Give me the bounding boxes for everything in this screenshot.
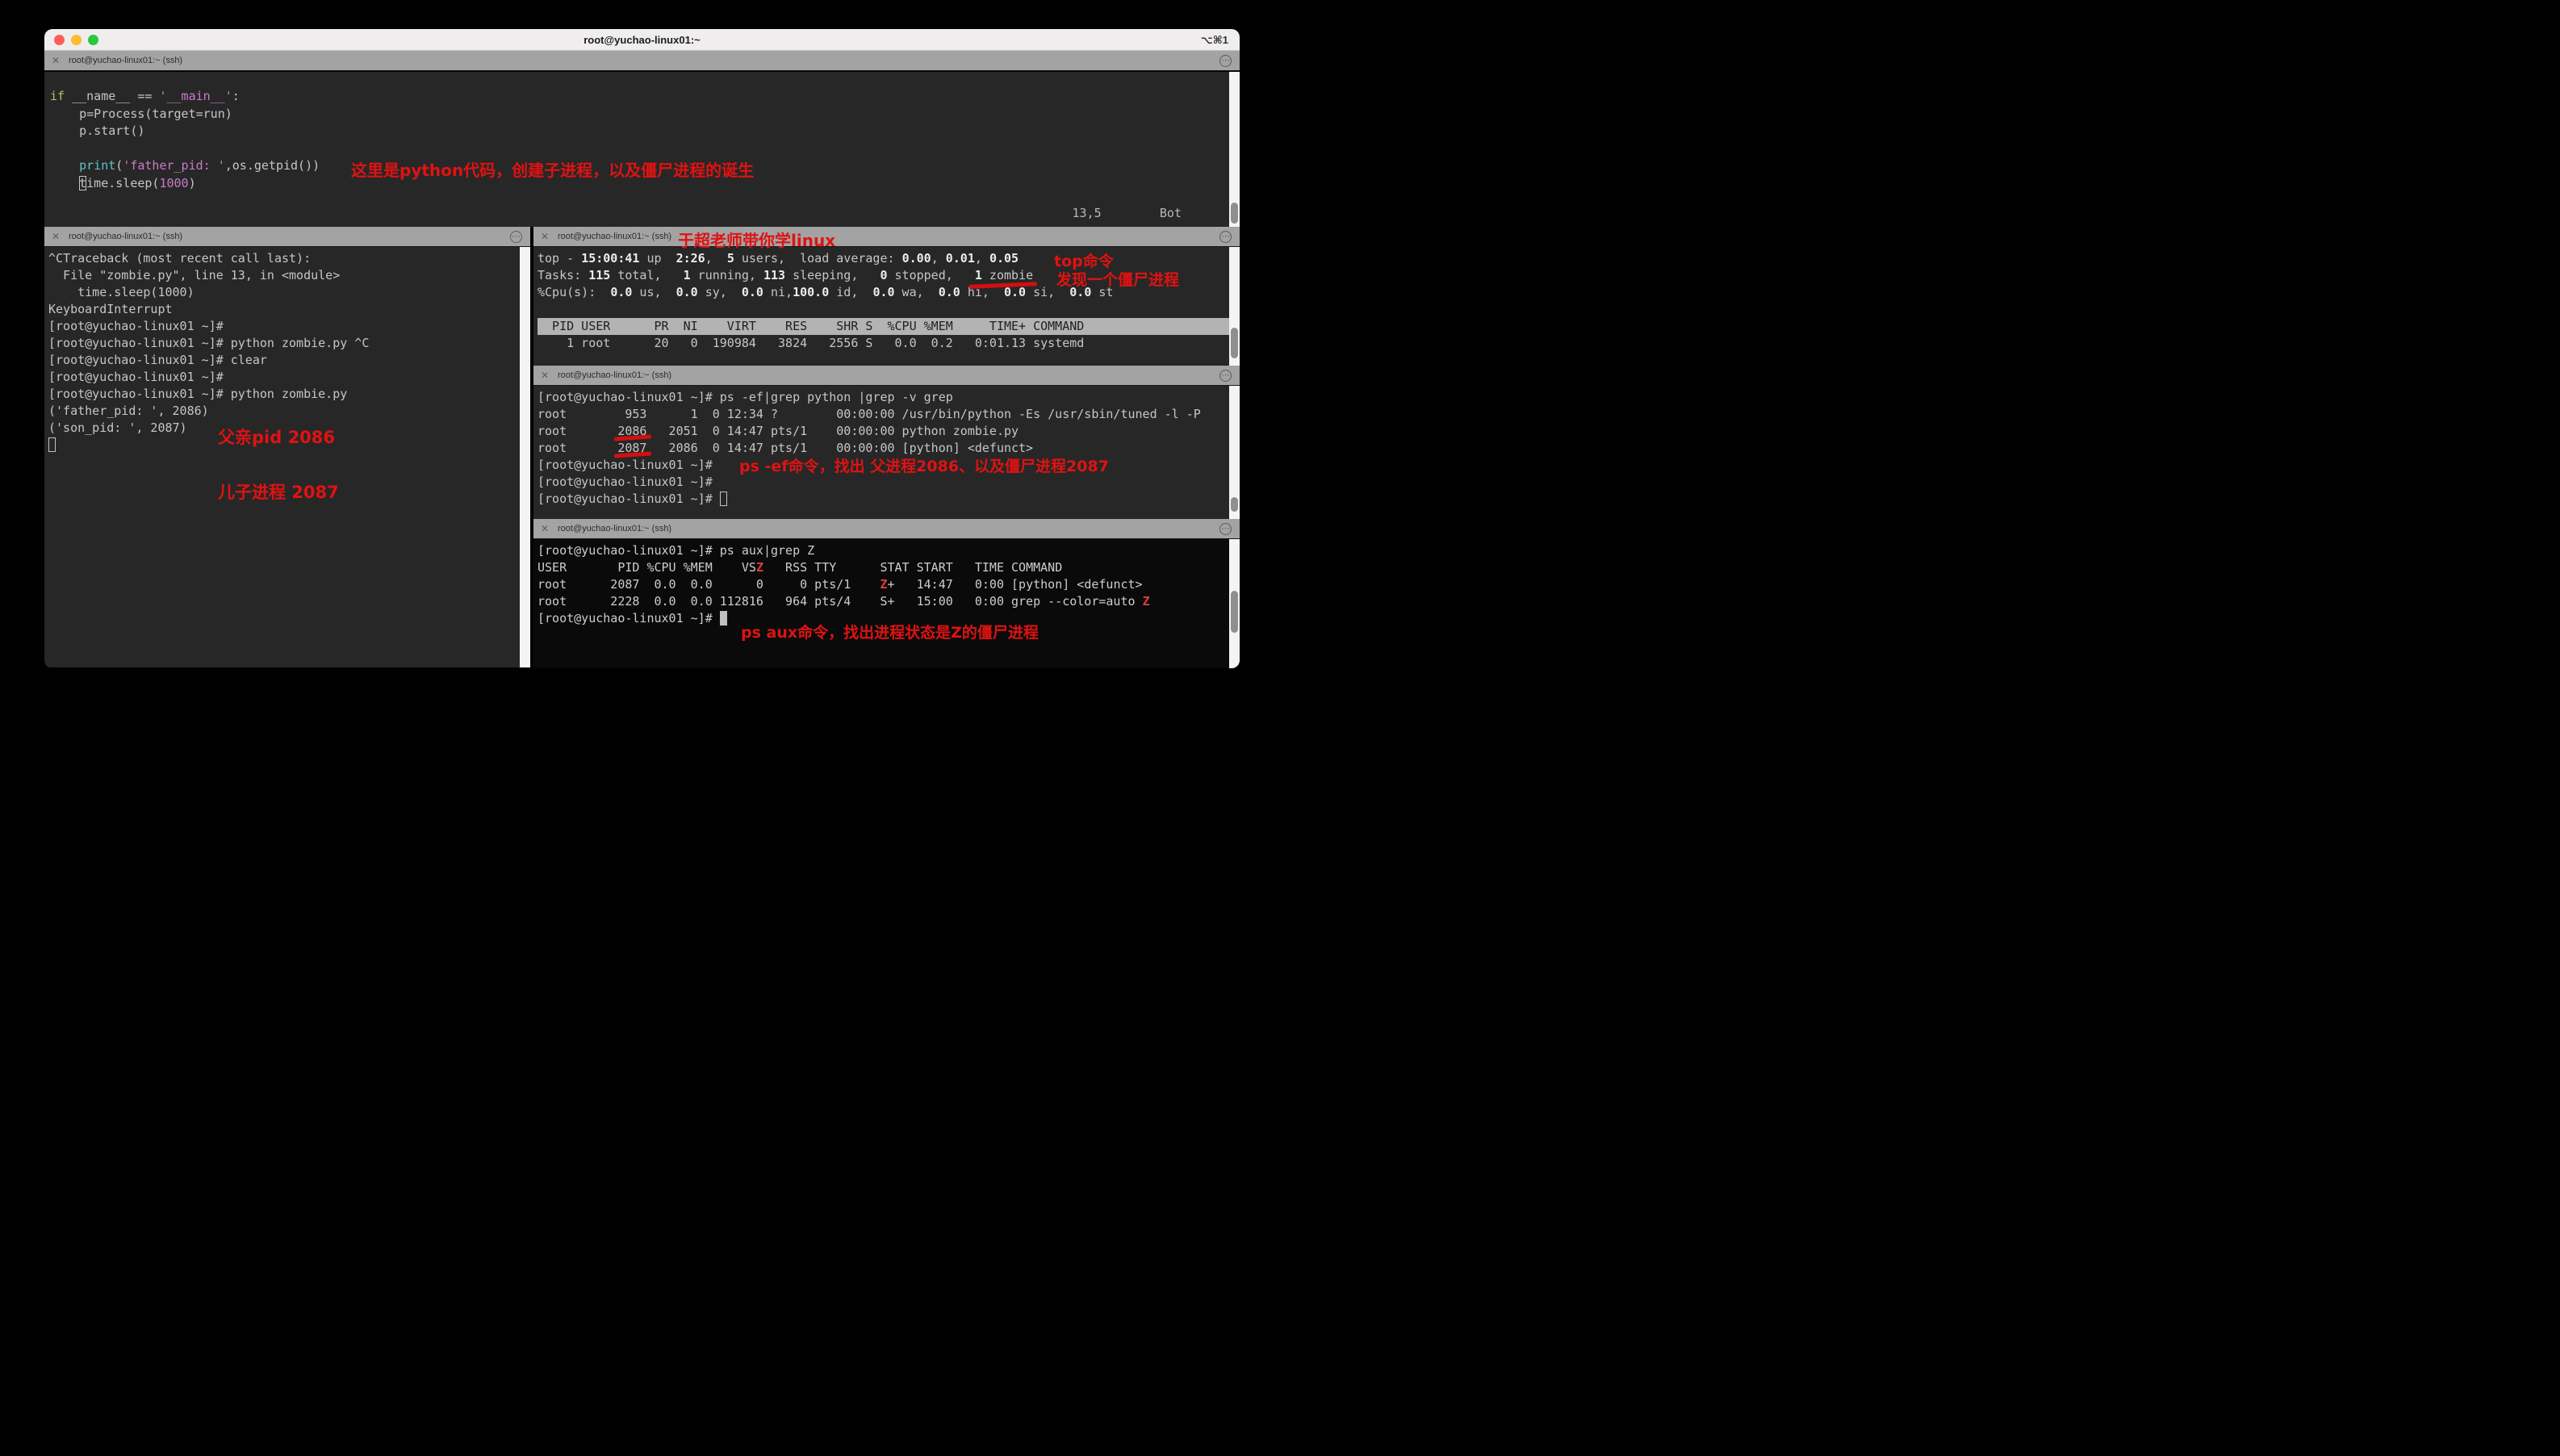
- left-shell-pane: ^CTraceback (most recent call last): Fil…: [44, 247, 530, 667]
- vim-editor-pane: if __name__ == '__main__': p=Process(tar…: [44, 72, 1240, 227]
- tab-close-icon[interactable]: ✕: [541, 227, 549, 247]
- terminal-line: KeyboardInterrupt: [48, 301, 530, 318]
- terminal-line: ('father_pid: ', 2086): [48, 403, 530, 420]
- terminal-line: root 2087 0.0 0.0 0 0 pts/1 Z+ 14:47 0:0…: [538, 576, 1240, 593]
- psaux-terminal-output[interactable]: [root@yuchao-linux01 ~]# ps aux|grep ZUS…: [533, 539, 1240, 668]
- vim-ruler: 13,5 Bot: [1073, 206, 1182, 220]
- scrollbar[interactable]: [520, 247, 530, 667]
- terminal-line: [root@yuchao-linux01 ~]# clear: [48, 352, 530, 369]
- vim-editor-output[interactable]: if __name__ == '__main__': p=Process(tar…: [44, 72, 1240, 227]
- terminal-line: File "zombie.py", line 13, in <module>: [48, 267, 530, 284]
- terminal-window: root@yuchao-linux01:~ ⌥⌘1 ✕ root@yuchao-…: [44, 29, 1240, 668]
- tab-close-icon[interactable]: ✕: [52, 51, 60, 71]
- terminal-line: USER PID %CPU %MEM VSZ RSS TTY STAT STAR…: [538, 559, 1240, 576]
- annotation-father-pid: 父亲pid 2086: [218, 425, 335, 449]
- scrollbar[interactable]: [1229, 386, 1240, 519]
- tab-close-icon[interactable]: ✕: [541, 366, 549, 386]
- scrollbar-thumb[interactable]: [1231, 497, 1238, 512]
- tab-close-icon[interactable]: ✕: [52, 227, 60, 247]
- annotation-son-pid: 儿子进程 2087: [218, 479, 339, 504]
- terminal-line: [root@yuchao-linux01 ~]# ps -ef|grep pyt…: [538, 389, 1240, 406]
- more-options-icon[interactable]: ⋯: [1219, 55, 1232, 67]
- tab-psaux-pane[interactable]: ✕ root@yuchao-linux01:~ (ssh) ⋯: [533, 519, 1240, 539]
- psaux-pane: [root@yuchao-linux01 ~]# ps aux|grep ZUS…: [533, 539, 1240, 668]
- window-titlebar[interactable]: root@yuchao-linux01:~ ⌥⌘1: [44, 29, 1240, 51]
- more-options-icon[interactable]: ⋯: [1219, 523, 1232, 535]
- scrollbar[interactable]: [1229, 72, 1240, 227]
- terminal-line: p=Process(target=run): [50, 106, 1240, 123]
- scrollbar-thumb[interactable]: [1231, 591, 1238, 633]
- terminal-line: [50, 140, 1240, 158]
- terminal-line: top - 15:00:41 up 2:26, 5 users, load av…: [538, 250, 1240, 267]
- keyboard-shortcut-label: ⌥⌘1: [1201, 29, 1228, 51]
- tab-left-shell-pane[interactable]: ✕ root@yuchao-linux01:~ (ssh) ⋯: [44, 227, 530, 247]
- terminal-line: [538, 301, 1240, 318]
- terminal-line: [root@yuchao-linux01 ~]#: [48, 318, 530, 335]
- terminal-line: PID USER PR NI VIRT RES SHR S %CPU %MEM …: [538, 318, 1240, 335]
- tab-title: root@yuchao-linux01:~ (ssh): [558, 366, 671, 386]
- terminal-line: [root@yuchao-linux01 ~]#: [48, 369, 530, 386]
- left-terminal-output[interactable]: ^CTraceback (most recent call last): Fil…: [44, 247, 530, 667]
- terminal-line: [root@yuchao-linux01 ~]# ps aux|grep Z: [538, 542, 1240, 559]
- more-options-icon[interactable]: ⋯: [1219, 370, 1232, 382]
- terminal-line: time.sleep(1000): [48, 284, 530, 301]
- tab-vim-pane[interactable]: ✕ root@yuchao-linux01:~ (ssh) ⋯: [44, 51, 1240, 71]
- more-options-icon[interactable]: ⋯: [510, 231, 522, 243]
- terminal-line: ^CTraceback (most recent call last):: [48, 250, 530, 267]
- tab-title: root@yuchao-linux01:~ (ssh): [69, 51, 182, 71]
- terminal-line: root 953 1 0 12:34 ? 00:00:00 /usr/bin/p…: [538, 406, 1240, 423]
- terminal-line: 1 root 20 0 190984 3824 2556 S 0.0 0.2 0…: [538, 335, 1240, 352]
- annotation-python-code: 这里是python代码，创建子进程，以及僵尸进程的诞生: [351, 157, 754, 181]
- top-terminal-output[interactable]: top - 15:00:41 up 2:26, 5 users, load av…: [533, 247, 1240, 366]
- scrollbar-thumb[interactable]: [1231, 328, 1238, 358]
- tab-psef-pane[interactable]: ✕ root@yuchao-linux01:~ (ssh) ⋯: [533, 366, 1240, 386]
- terminal-line: if __name__ == '__main__':: [50, 88, 1240, 106]
- top-command-pane: top - 15:00:41 up 2:26, 5 users, load av…: [533, 247, 1240, 366]
- scrollbar[interactable]: [1229, 539, 1240, 668]
- terminal-line: [root@yuchao-linux01 ~]#: [538, 491, 1240, 508]
- tab-title: root@yuchao-linux01:~ (ssh): [69, 227, 182, 247]
- terminal-line: [root@yuchao-linux01 ~]# python zombie.p…: [48, 335, 530, 352]
- tab-title: root@yuchao-linux01:~ (ssh): [558, 227, 671, 247]
- scrollbar-thumb[interactable]: [1231, 203, 1238, 224]
- tab-title: root@yuchao-linux01:~ (ssh): [558, 519, 671, 539]
- tab-close-icon[interactable]: ✕: [541, 519, 549, 539]
- window-title: root@yuchao-linux01:~: [44, 29, 1240, 51]
- terminal-line: p.start(): [50, 123, 1240, 140]
- annotation-teacher: 于超老师带你学linux: [678, 228, 835, 251]
- scrollbar[interactable]: [1229, 247, 1240, 366]
- annotation-zombie-found: 发现一个僵尸进程: [1056, 268, 1179, 290]
- annotation-psaux: ps aux命令，找出进程状态是Z的僵尸进程: [741, 621, 1039, 642]
- annotation-psef: ps -ef命令，找出 父进程2086、以及僵尸进程2087: [739, 454, 1109, 476]
- psef-pane: [root@yuchao-linux01 ~]# ps -ef|grep pyt…: [533, 386, 1240, 519]
- terminal-line: [root@yuchao-linux01 ~]#: [538, 474, 1240, 491]
- tab-top-shell-pane[interactable]: ✕ root@yuchao-linux01:~ (ssh) ⋯ 于超老师带你学l…: [533, 227, 1240, 247]
- terminal-line: [root@yuchao-linux01 ~]# python zombie.p…: [48, 386, 530, 403]
- more-options-icon[interactable]: ⋯: [1219, 231, 1232, 243]
- terminal-line: root 2228 0.0 0.0 112816 964 pts/4 S+ 15…: [538, 593, 1240, 610]
